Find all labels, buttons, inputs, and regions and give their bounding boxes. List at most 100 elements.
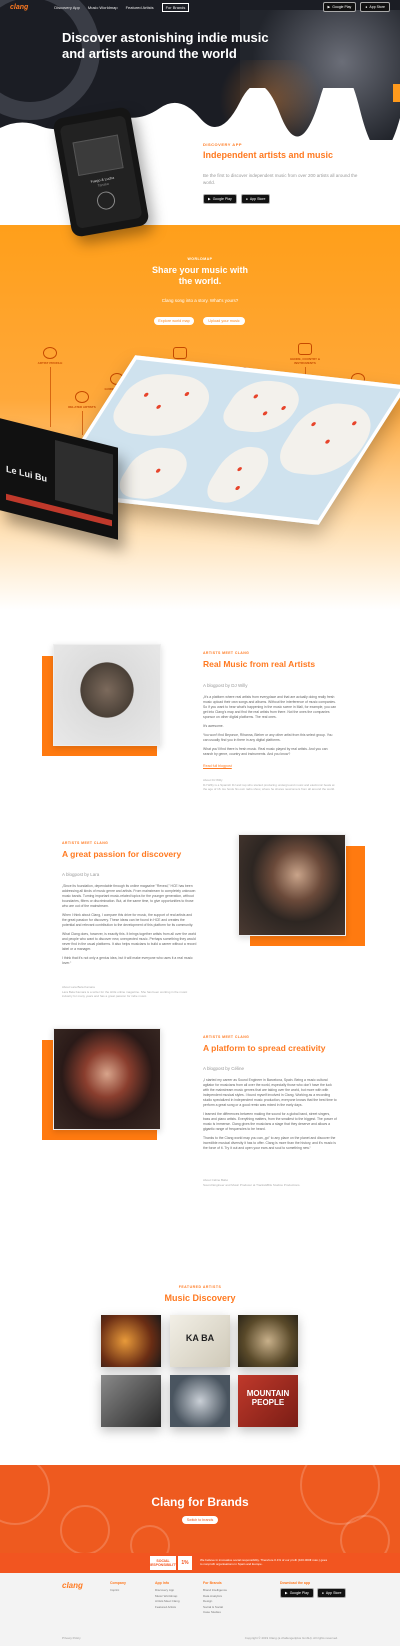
phone-album-art (72, 134, 124, 176)
article1-body: „It's a platform where real artists from… (203, 695, 338, 761)
laptop-artist-photo (55, 440, 113, 515)
footer-col-heading: App Info (155, 1581, 170, 1585)
app-store-badge[interactable]: ● App Store (360, 2, 390, 12)
footer-col-company: Company Imprint (110, 1581, 126, 1594)
app-store-label: App Store (369, 5, 385, 9)
article-paragraph: It's awesome. (203, 724, 224, 728)
artist-portrait (53, 1028, 161, 1130)
phone-screen: Fuego & Lucha Tanaka (59, 115, 143, 229)
google-play-badge[interactable]: ▶ Google Play (280, 1588, 314, 1598)
switch-to-brands-button[interactable]: Switch to brands (182, 1516, 218, 1524)
article3-title: A platform to spread creativity (203, 1043, 326, 1053)
for-brands-button[interactable]: For Brands (161, 2, 190, 12)
social-responsibility-logo: SOCIAL RESPONSIBILITY (148, 1556, 178, 1570)
article-paragraph: „Since its foundation, dependable throug… (62, 884, 196, 908)
worldmap-subtitle: Clang song into a story. What's yours? (161, 298, 239, 303)
featured-artist-tile[interactable] (101, 1375, 161, 1427)
app-store-badge[interactable]: ● App Store (240, 194, 271, 204)
note-text: DJ Willy is a Spanish DJ and rap who sta… (203, 782, 335, 792)
footer-store-badges: ▶ Google Play ● App Store (280, 1588, 347, 1598)
featured-title: Music Discovery (164, 1293, 236, 1303)
clang-logo[interactable]: clang (10, 4, 28, 11)
article3-photo (42, 1028, 162, 1140)
explore-map-button[interactable]: Explore world map (154, 317, 194, 325)
article-paragraph: „It's a platform where real artists from… (203, 695, 337, 719)
footer-link[interactable]: Brand Intelligence (203, 1588, 227, 1592)
map-landmass (101, 370, 224, 440)
featured-artist-tile[interactable]: KA BA (170, 1315, 230, 1367)
radio-icon (298, 343, 312, 355)
google-play-badge[interactable]: ▶ Google Play (203, 194, 237, 204)
network-icon (75, 391, 89, 403)
feature-connector (81, 411, 83, 435)
google-play-label: Google Play (332, 5, 352, 9)
feature-label: GENRE, COUNTRY & INSTRUMENTS (289, 357, 320, 365)
article2-body: „Since its foundation, dependable throug… (62, 884, 197, 970)
featured-artist-tile[interactable] (101, 1315, 161, 1367)
footer-link[interactable]: Imprint (110, 1588, 126, 1592)
footer-link[interactable]: Case Studies (203, 1610, 227, 1614)
article2-title: A great passion for discovery (62, 849, 182, 859)
feature-label: ARTIST PROFILE (37, 361, 63, 365)
article1-tag: ARTISTS MEET CLANG (203, 651, 250, 655)
artist-portrait (53, 644, 161, 746)
app-store-label: App Store (325, 1591, 342, 1595)
app-store-badge[interactable]: ● App Store (316, 1588, 347, 1598)
article1-title: Real Music from real Artists (203, 659, 316, 669)
footer-link[interactable]: Featured Artists (155, 1605, 180, 1609)
pattern-icon (130, 1525, 170, 1553)
brands-section: Clang for Brands Switch to brands (0, 1465, 400, 1553)
footer-link[interactable]: Discovery App (155, 1588, 180, 1592)
article-paragraph: You won't find Beyonce, Rihanna, Bieber … (203, 733, 333, 742)
article-paragraph: „I started my career as Sound Engineer i… (203, 1078, 337, 1107)
footer-link[interactable]: Data Analytics (203, 1594, 227, 1598)
article3-note: About Céline Babé Sound Engineer and Mus… (203, 1178, 338, 1187)
privacy-policy-link[interactable]: Privacy Policy (62, 1636, 81, 1640)
google-play-label: Google Play (289, 1591, 309, 1595)
footer-link[interactable]: Music Worldmap (155, 1594, 180, 1598)
intro-tag: DISCOVERY APP (203, 142, 243, 147)
play-icon (173, 347, 187, 359)
footer-link[interactable]: Social & Social (203, 1605, 227, 1609)
worldmap-tag: WORLDMAP (187, 257, 213, 261)
apple-icon: ● (245, 197, 248, 201)
social-responsibility-bar: SOCIAL RESPONSIBILITY 1% We believe in i… (0, 1553, 400, 1573)
article1-author: A blogpost by DJ Willy (203, 683, 248, 688)
hero-title: Discover astonishing indie music and art… (62, 30, 269, 61)
map-landmass (198, 444, 280, 505)
footer: clang Company Imprint App Info Discovery… (0, 1573, 400, 1646)
brands-title: Clang for Brands (151, 1495, 249, 1509)
footer-link[interactable]: Artists Meet Clang (155, 1599, 180, 1603)
copyright-text: Copyright © 2019 Clang (a challenge4plus… (244, 1636, 338, 1640)
intro-store-badges: ▶ Google Play ● App Store (203, 194, 271, 204)
note-text: Lara Bela Kamara is a writer for the HCE… (62, 989, 188, 999)
footer-col-brands: For Brands Brand Intelligence Data Analy… (203, 1581, 227, 1616)
article2-photo (238, 834, 365, 946)
article3-tag: ARTISTS MEET CLANG (203, 1035, 250, 1039)
pattern-icon (340, 1515, 390, 1553)
google-play-badge[interactable]: ▶ Google Play (322, 2, 357, 12)
article-paragraph: What Clang does, however, is exactly thi… (62, 932, 197, 951)
side-feedback-tab[interactable] (393, 84, 400, 102)
article2-author: A blogpost by Lara (62, 872, 100, 877)
nav-link-featured-artists[interactable]: Featured Artists (126, 5, 154, 10)
article2-note: About Lara Bela Kamara Lara Bela Kamara … (62, 985, 197, 999)
article-paragraph: I think that it's not only a genius idea… (62, 956, 193, 965)
social-text: We believe in innovative social responsi… (200, 1558, 328, 1566)
featured-artist-tile[interactable] (170, 1375, 230, 1427)
tile-caption: KA BA (185, 1333, 215, 1343)
featured-artist-tile[interactable]: MOUNTAIN PEOPLE (238, 1375, 298, 1427)
nav-link-music-worldmap[interactable]: Music Worldmap (88, 5, 118, 10)
nav-link-discovery-app[interactable]: Discovery App (54, 5, 80, 10)
footer-col-heading: Company (110, 1581, 126, 1585)
play-icon: ▶ (327, 5, 331, 9)
upload-music-button[interactable]: Upload your music (203, 317, 245, 325)
footer-logo[interactable]: clang (62, 1581, 83, 1590)
featured-artist-tile[interactable] (238, 1315, 298, 1367)
pattern-icon (60, 1505, 110, 1553)
footer-link[interactable]: Design (203, 1599, 227, 1603)
play-button-icon (95, 190, 117, 211)
footer-col-heading: For Brands (203, 1581, 222, 1585)
play-icon: ▶ (285, 1591, 288, 1595)
read-full-blogpost-link[interactable]: Read full blogpost (203, 764, 232, 768)
